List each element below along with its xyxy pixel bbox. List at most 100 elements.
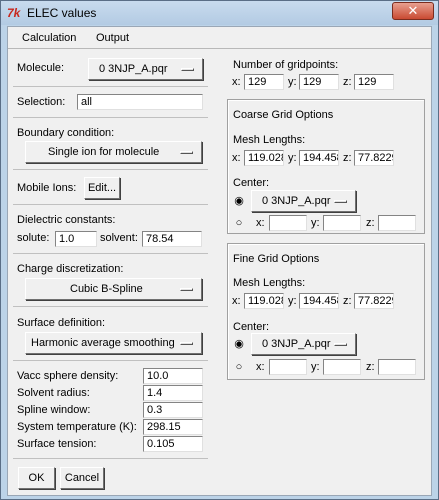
menubutton-indicator-icon [334,200,347,203]
charge-discretization-menubutton[interactable]: Cubic B-Spline [25,278,202,300]
fine-center-label: Center: [233,321,270,333]
solvent-input[interactable]: 78.54 [142,231,202,247]
fine-center-y-label: y: [311,361,320,373]
coarse-center-x-input[interactable] [269,215,307,231]
gridpoints-y-input[interactable]: 129 [299,74,339,90]
menu-output[interactable]: Output [96,32,129,44]
coarse-center-y-input[interactable] [323,215,361,231]
vacc-density-input[interactable]: 10.0 [143,368,203,384]
close-button[interactable]: ✕ [392,2,434,20]
cancel-button[interactable]: Cancel [60,467,104,489]
fine-mesh-x-label: x: [232,295,241,307]
fine-mesh-z-label: z: [343,295,352,307]
fine-center-x-label: x: [256,361,265,373]
separator [13,169,208,170]
surface-definition-value: Harmonic average smoothing [31,337,175,349]
fine-mesh-y-label: y: [288,295,297,307]
gridpoints-x-label: x: [232,76,241,88]
boundary-condition-label: Boundary condition: [17,127,115,139]
boundary-condition-value: Single ion for molecule [48,146,160,158]
solvent-radius-input[interactable]: 1.4 [143,385,203,401]
separator [13,360,208,361]
surface-tension-label: Surface tension: [17,438,97,450]
separator [13,306,208,307]
surface-definition-menubutton[interactable]: Harmonic average smoothing [25,332,202,354]
gridpoints-z-label: z: [343,76,352,88]
fine-center-menubutton[interactable]: 0 3NJP_A.pqr [251,333,356,355]
coarse-center-menubutton[interactable]: 0 3NJP_A.pqr [251,190,356,212]
fine-center-z-input[interactable] [378,359,416,375]
coarse-mesh-z-input[interactable]: 77.8229 [354,150,394,166]
separator [13,204,208,205]
vacc-density-label: Vacc sphere density: [17,370,119,382]
title-bar[interactable]: 7k ELEC values ✕ [1,1,438,25]
fine-grid-title: Fine Grid Options [233,253,320,265]
separator [13,86,208,87]
fine-center-molecule-radio[interactable]: ◉ [233,338,245,350]
ok-button[interactable]: OK [18,467,55,489]
coarse-center-x-label: x: [256,217,265,229]
menubutton-indicator-icon [181,68,194,71]
coarse-mesh-z-label: z: [343,152,352,164]
spline-window-input[interactable]: 0.3 [143,402,203,418]
charge-discretization-label: Charge discretization: [17,263,124,275]
fine-center-x-input[interactable] [269,359,307,375]
menu-bar: Calculation Output [8,27,431,49]
window-title: ELEC values [27,6,97,20]
solvent-label: solvent: [100,232,138,244]
tk-app-icon: 7k [7,6,21,20]
coarse-center-value: 0 3NJP_A.pqr [262,195,331,207]
molecule-value: 0 3NJP_A.pqr [99,63,168,75]
coarse-center-y-label: y: [311,217,320,229]
coarse-center-z-input[interactable] [378,215,416,231]
fine-center-z-label: z: [366,361,375,373]
menubutton-indicator-icon [180,151,193,154]
fine-center-value: 0 3NJP_A.pqr [262,338,331,350]
gridpoints-label: Number of gridpoints: [233,59,339,71]
gridpoints-x-input[interactable]: 129 [244,74,284,90]
surface-definition-label: Surface definition: [17,317,106,329]
spline-window-label: Spline window: [17,404,91,416]
surface-tension-input[interactable]: 0.105 [143,436,203,452]
separator [13,458,208,459]
dielectric-label: Dielectric constants: [17,214,116,226]
system-temperature-input[interactable]: 298.15 [143,419,203,435]
coarse-mesh-x-label: x: [232,152,241,164]
dialog-body: Calculation Output Molecule: 0 3NJP_A.pq… [7,26,432,496]
mobile-ions-label: Mobile Ions: [17,182,77,194]
separator [13,253,208,254]
coarse-mesh-x-input[interactable]: 119.028 [244,150,284,166]
coarse-center-z-label: z: [366,217,375,229]
boundary-condition-menubutton[interactable]: Single ion for molecule [25,141,202,163]
menubutton-indicator-icon [334,343,347,346]
coarse-grid-title: Coarse Grid Options [233,109,334,121]
gridpoints-z-input[interactable]: 129 [354,74,394,90]
molecule-menubutton[interactable]: 0 3NJP_A.pqr [88,58,203,80]
menubutton-indicator-icon [180,288,193,291]
fine-mesh-label: Mesh Lengths: [233,277,306,289]
fine-center-y-input[interactable] [323,359,361,375]
fine-mesh-z-input[interactable]: 77.8229 [354,293,394,309]
coarse-center-coordinates-radio[interactable]: ○ [233,217,245,229]
selection-label: Selection: [17,96,66,108]
coarse-center-label: Center: [233,177,270,189]
coarse-mesh-y-input[interactable]: 194.458 [299,150,339,166]
menu-calculation[interactable]: Calculation [22,32,76,44]
molecule-label: Molecule: [17,62,65,74]
solute-label: solute: [17,232,50,244]
fine-center-coordinates-radio[interactable]: ○ [233,361,245,373]
coarse-center-molecule-radio[interactable]: ◉ [233,195,245,207]
selection-input[interactable]: all [77,94,203,110]
fine-mesh-y-input[interactable]: 194.458 [299,293,339,309]
coarse-mesh-y-label: y: [288,152,297,164]
system-temperature-label: System temperature (K): [17,421,137,433]
solvent-radius-label: Solvent radius: [17,387,90,399]
fine-mesh-x-input[interactable]: 119.028 [244,293,284,309]
coarse-mesh-label: Mesh Lengths: [233,134,306,146]
separator [13,117,208,118]
charge-discretization-value: Cubic B-Spline [70,283,143,295]
solute-input[interactable]: 1.0 [55,231,97,247]
gridpoints-y-label: y: [288,76,297,88]
menubutton-indicator-icon [180,342,193,345]
edit-mobile-ions-button[interactable]: Edit... [84,177,120,199]
